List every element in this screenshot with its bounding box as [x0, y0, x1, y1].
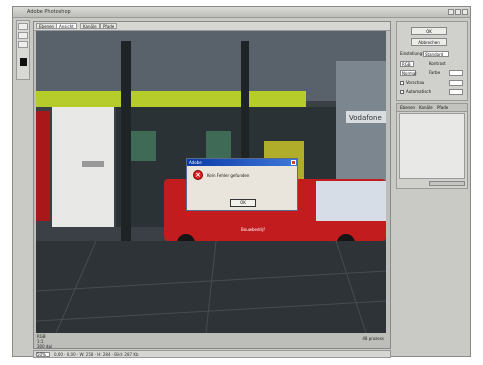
ok-button[interactable]: OK [411, 27, 447, 35]
cancel-button[interactable]: Abbrechen [411, 38, 447, 46]
tab-paths[interactable]: Pfade [437, 105, 448, 110]
auto-checkbox[interactable] [400, 90, 404, 94]
error-dialog: Adobe × Kein Fehler gefunden OK [186, 158, 298, 211]
zoom-field[interactable]: 50% [36, 352, 50, 357]
preview-checkbox[interactable] [400, 81, 404, 85]
layers-panel: Ebenen Kanäle Pfade [396, 103, 468, 189]
document-tabs: Ebenen Ansicht Kanäle Pfade [34, 22, 390, 31]
van-text: Bouwbedrijf [241, 227, 265, 232]
marquee-tool[interactable] [18, 32, 28, 39]
auto-label: Automatisch [406, 89, 432, 94]
error-icon: × [193, 170, 203, 180]
tab-layers[interactable]: Ebenen [400, 105, 415, 110]
layers-tabs: Ebenen Kanäle Pfade [397, 104, 467, 112]
tab-3[interactable]: Pfade [100, 23, 118, 29]
lasso-tool[interactable] [18, 41, 28, 48]
tab-0[interactable]: Ebenen [36, 23, 58, 29]
contrast-label: Kontrast [429, 61, 446, 66]
document-status-right: 48 prozess [362, 336, 384, 341]
maximize-button[interactable] [455, 9, 461, 15]
preview-label: Vorschau [406, 80, 425, 85]
dialog-title: Adobe [187, 159, 297, 166]
tab-channels[interactable]: Kanäle [419, 105, 433, 110]
preset-label: Einstellung: [400, 51, 424, 56]
blend-select[interactable]: Normal [400, 70, 416, 76]
preset-select[interactable]: Standard [423, 51, 449, 57]
layers-list[interactable] [399, 113, 465, 179]
document-info: RGB 1:1 300 dpi [37, 334, 52, 349]
move-tool[interactable] [18, 23, 28, 30]
dialog-close-button[interactable] [291, 160, 296, 165]
options-panel: OK Abbrechen Einstellung: Standard RGB K… [396, 21, 468, 101]
color-label: Farbe [429, 70, 441, 75]
shop-sign: Vodafone [349, 114, 382, 122]
foreground-color-swatch[interactable] [20, 58, 27, 66]
mode-select[interactable]: RGB [400, 61, 414, 67]
amount-field[interactable] [449, 80, 463, 86]
dialog-message: Kein Fehler gefunden [207, 173, 250, 178]
bottom-status-bar: 50% 0,00 · 0,00 · W: 258 · H: 284 · Bild… [33, 350, 391, 358]
radius-field[interactable] [449, 89, 463, 95]
bottom-status-text: 0,00 · 0,00 · W: 258 · H: 284 · Bild: 28… [54, 352, 139, 357]
tab-1[interactable]: Ansicht [56, 23, 77, 29]
layers-footer-buttons[interactable] [429, 181, 465, 186]
value-field[interactable] [449, 70, 463, 76]
window-title: Adobe Photoshop [27, 9, 71, 15]
tab-2[interactable]: Kanäle [80, 23, 100, 29]
minimize-button[interactable] [448, 9, 454, 15]
tools-palette [16, 20, 30, 80]
close-button[interactable] [462, 9, 468, 15]
title-bar: Adobe Photoshop [13, 7, 470, 18]
dialog-ok-button[interactable]: OK [230, 199, 256, 207]
doc-info-line: 300 dpi [37, 344, 53, 349]
